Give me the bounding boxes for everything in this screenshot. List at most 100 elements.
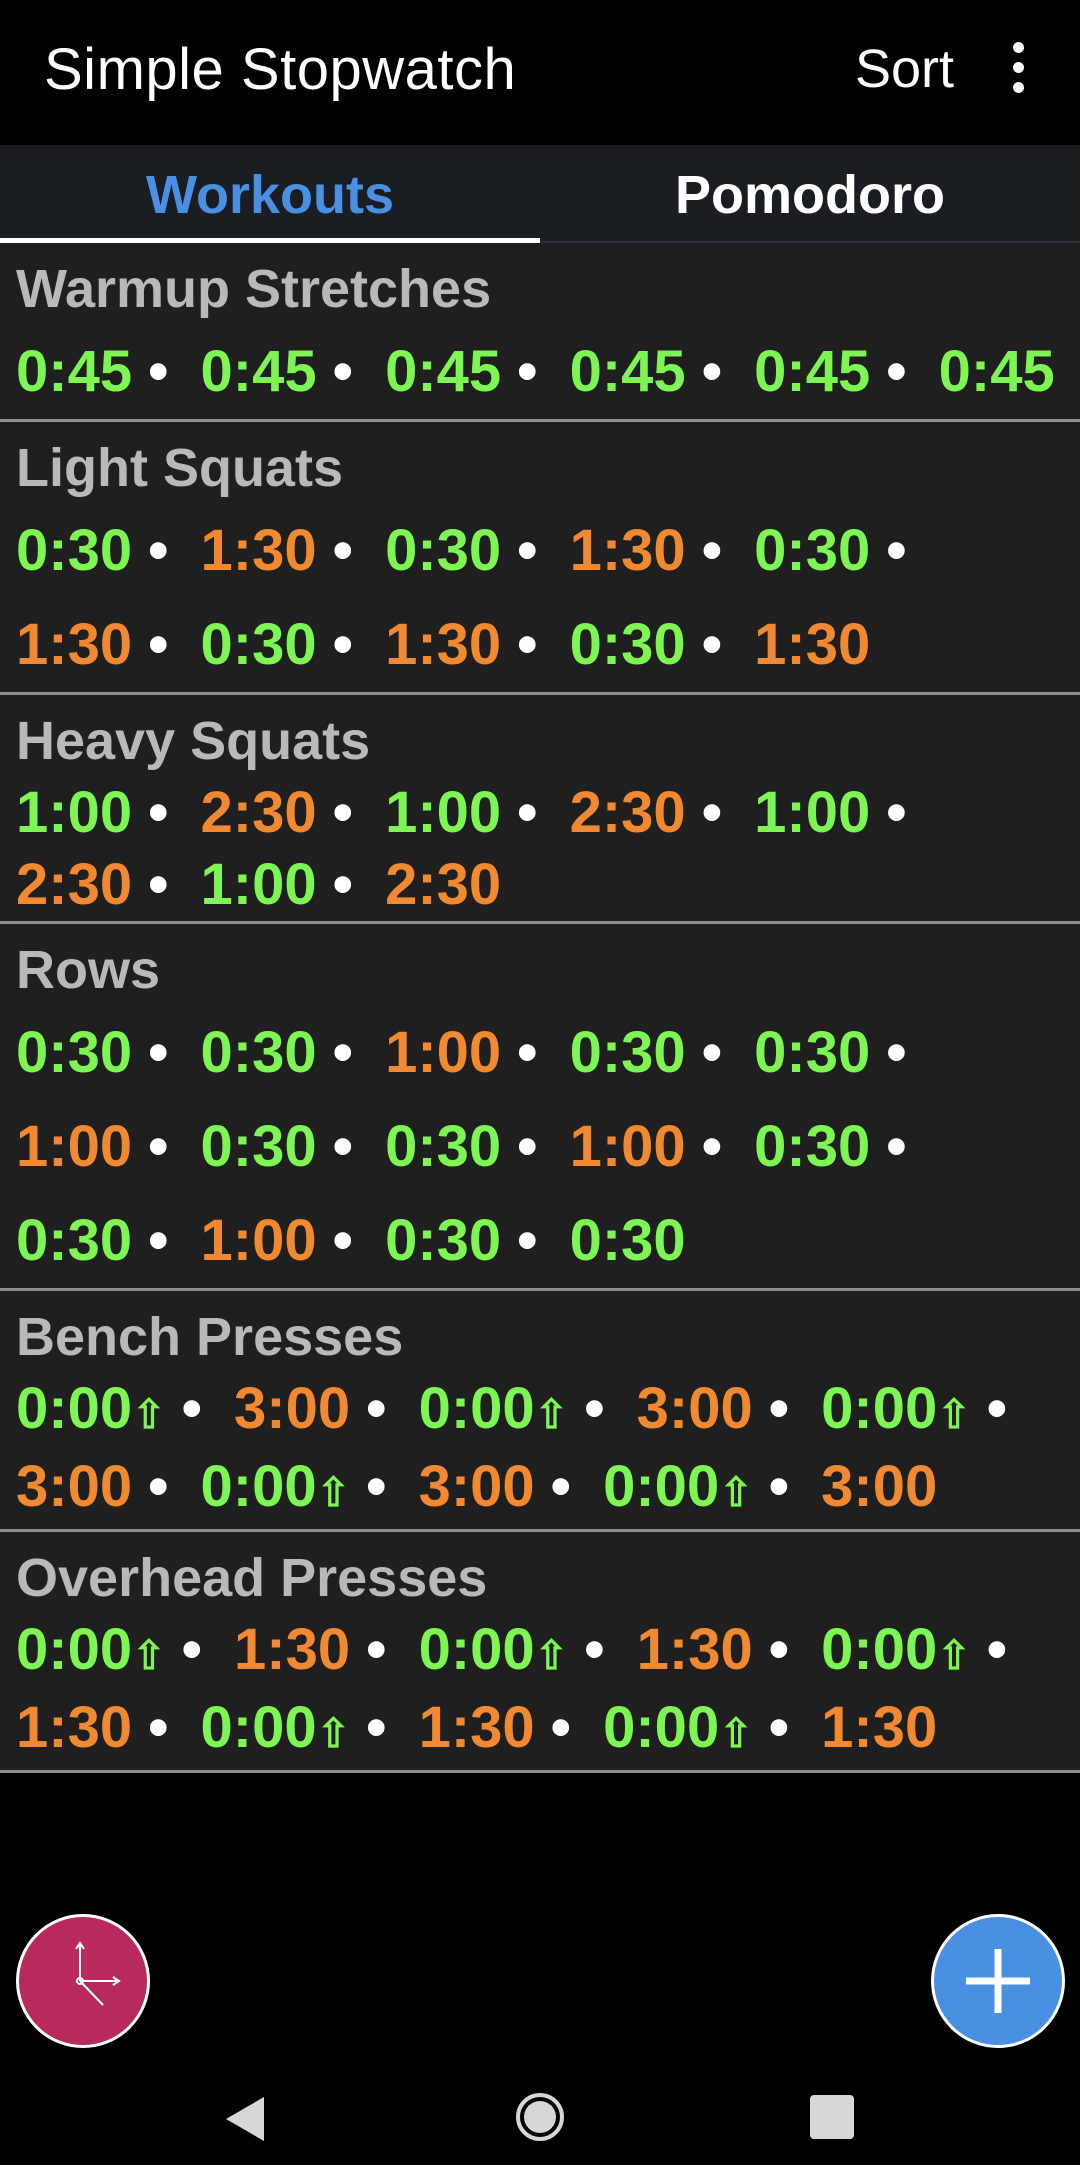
interval-sequence: 0:30 • 1:30 • 0:30 • 1:30 • 0:30 • 1:30 • 0:30… — [16, 504, 1064, 692]
interval-separator: • — [332, 780, 353, 845]
rest-interval: 3:00 — [637, 1376, 753, 1441]
rest-interval: 1:00 — [385, 1020, 501, 1085]
count-up-icon: ⇧ — [534, 1393, 569, 1437]
work-interval: 0:30 — [754, 1020, 870, 1085]
interval-separator: • — [148, 339, 169, 404]
rest-interval: 1:30 — [821, 1695, 937, 1760]
work-interval: 0:45 — [16, 339, 132, 404]
interval-time: 0:30 — [16, 1020, 133, 1085]
rest-interval: 2:30 — [570, 780, 686, 845]
interval-time: 1:00 — [200, 852, 317, 917]
work-interval: 0:30 — [385, 1208, 501, 1273]
work-interval: 0:45 — [754, 339, 870, 404]
interval-separator: • — [181, 1376, 202, 1441]
work-interval: 0:30 — [201, 1020, 317, 1085]
interval-sequence: 0:00⇧ • 3:00 • 0:00⇧ • 3:00 • 0:00⇧ • 3:00 • 0… — [16, 1373, 1064, 1529]
workout-name: Bench Presses — [16, 1307, 404, 1367]
workout-card[interactable]: Rows 0:30 • 0:30 • 1:00 • 0:30 • 0:30 • 1:00 • … — [0, 924, 1080, 1291]
interval-separator: • — [148, 518, 169, 583]
interval-time: 0:45 — [938, 339, 1055, 404]
interval-separator: • — [768, 1454, 790, 1519]
rest-interval: 1:30 — [570, 518, 686, 583]
interval-time: 0:45 — [754, 339, 871, 404]
interval-time: 1:30 — [636, 1617, 753, 1682]
interval-time: 0:30 — [754, 1020, 871, 1085]
interval-separator: • — [148, 1020, 169, 1085]
interval-time: 0:00 — [821, 1376, 938, 1441]
interval-sequence: 0:45 • 0:45 • 0:45 • 0:45 • 0:45 • 0:45 — [16, 325, 1064, 419]
interval-time: 3:00 — [636, 1376, 753, 1441]
interval-time: 0:30 — [569, 612, 686, 677]
interval-separator: • — [986, 1617, 1008, 1682]
more-vert-icon[interactable] — [1000, 42, 1036, 102]
interval-time: 1:00 — [200, 1208, 317, 1273]
workout-card[interactable]: Overhead Presses 0:00⇧ • 1:30 • 0:00⇧ • 1:30… — [0, 1532, 1080, 1773]
workout-card[interactable]: Warmup Stretches 0:45 • 0:45 • 0:45 • 0:45 • … — [0, 243, 1080, 422]
interval-separator: • — [332, 1208, 353, 1273]
rest-interval: 1:30 — [16, 612, 132, 677]
interval-time: 2:30 — [569, 780, 686, 845]
interval-separator: • — [886, 518, 907, 583]
interval-time: 0:30 — [16, 518, 133, 583]
tab-pomodoro[interactable]: Pomodoro — [540, 145, 1080, 241]
interval-sequence: 1:00 • 2:30 • 1:00 • 2:30 • 1:00 • 2:30 • 1:00… — [16, 777, 1064, 921]
work-interval: 0:00⇧ — [419, 1617, 569, 1682]
back-icon[interactable] — [220, 2093, 270, 2145]
interval-time: 1:00 — [569, 1114, 686, 1179]
interval-time: 1:30 — [234, 1617, 351, 1682]
add-icon — [966, 1949, 1030, 2013]
interval-separator: • — [181, 1617, 202, 1682]
interval-separator: • — [701, 339, 722, 404]
rest-interval: 2:30 — [201, 780, 317, 845]
interval-separator: • — [584, 1617, 605, 1682]
rest-interval: 1:00 — [16, 1114, 132, 1179]
interval-separator: • — [584, 1376, 605, 1441]
interval-time: 0:30 — [16, 1208, 133, 1273]
interval-separator: • — [517, 518, 538, 583]
workout-card[interactable]: Heavy Squats 1:00 • 2:30 • 1:00 • 2:30 • 1:00… — [0, 695, 1080, 924]
interval-separator: • — [332, 1114, 353, 1179]
recents-icon[interactable] — [810, 2095, 854, 2139]
interval-separator: • — [517, 1020, 538, 1085]
tab-workouts[interactable]: Workouts — [0, 145, 540, 243]
interval-time: 0:45 — [200, 339, 317, 404]
work-interval: 0:00⇧ — [16, 1376, 166, 1441]
interval-time: 0:00 — [200, 1454, 317, 1519]
work-interval: 0:30 — [754, 518, 870, 583]
interval-separator: • — [148, 612, 169, 677]
interval-time: 0:30 — [754, 518, 871, 583]
sort-button[interactable]: Sort — [855, 38, 954, 100]
rest-interval: 1:00 — [570, 1114, 686, 1179]
count-up-icon: ⇧ — [937, 1393, 971, 1437]
interval-separator: • — [366, 1695, 387, 1760]
interval-time: 0:30 — [754, 1114, 871, 1179]
interval-time: 0:30 — [385, 1208, 502, 1273]
work-interval: 0:00⇧ — [821, 1617, 971, 1682]
stopwatch-fab[interactable] — [16, 1914, 150, 2048]
interval-time: 1:30 — [200, 518, 317, 583]
count-up-icon: ⇧ — [316, 1712, 351, 1756]
count-up-icon: ⇧ — [719, 1712, 753, 1756]
interval-time: 2:30 — [385, 852, 502, 917]
interval-separator: • — [517, 1208, 538, 1273]
workout-card[interactable]: Light Squats 0:30 • 1:30 • 0:30 • 1:30 • 0:30… — [0, 422, 1080, 695]
clock-icon — [75, 1941, 121, 2006]
interval-sequence: 0:30 • 0:30 • 1:00 • 0:30 • 0:30 • 1:00 • 0:30… — [16, 1006, 1064, 1288]
interval-time: 1:30 — [821, 1695, 938, 1760]
interval-separator: • — [550, 1695, 571, 1760]
interval-separator: • — [701, 1020, 722, 1085]
work-interval: 0:30 — [16, 518, 132, 583]
work-interval: 1:00 — [754, 780, 870, 845]
workout-card[interactable]: Bench Presses 0:00⇧ • 3:00 • 0:00⇧ • 3:00 • 0… — [0, 1291, 1080, 1532]
home-icon[interactable] — [514, 2091, 566, 2143]
interval-separator: • — [517, 612, 538, 677]
work-interval: 0:30 — [570, 1208, 686, 1273]
workout-name: Heavy Squats — [16, 711, 371, 771]
interval-separator: • — [332, 518, 353, 583]
work-interval: 1:00 — [16, 780, 132, 845]
interval-separator: • — [366, 1617, 387, 1682]
interval-separator: • — [517, 339, 538, 404]
rest-interval: 1:30 — [201, 518, 317, 583]
interval-time: 0:00 — [200, 1695, 317, 1760]
add-workout-fab[interactable] — [931, 1914, 1065, 2048]
